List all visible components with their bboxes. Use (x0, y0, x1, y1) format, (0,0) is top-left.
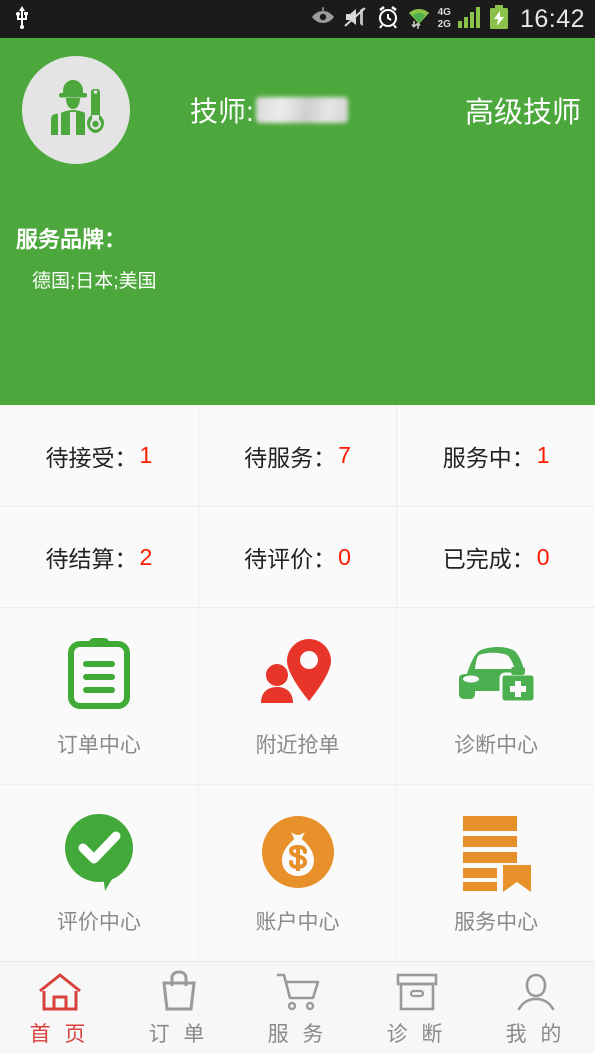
menu-item-label: 评价中心 (56, 911, 141, 934)
check-bubble-icon (61, 810, 137, 894)
profile-header: 技师: 高级技师 服务品牌： 德国;日本;美国 (0, 38, 595, 405)
eye-icon (310, 6, 336, 32)
stat-value: 0 (338, 543, 351, 570)
stat-cell-pending-review[interactable]: 待评价： 0 (197, 507, 397, 607)
map-pin-person-icon (259, 633, 337, 717)
stat-label: 待接受： (45, 444, 138, 471)
tab-orders[interactable]: 订 单 (119, 968, 238, 1048)
menu-row: 评价中心 账户中心 服务中心 (0, 784, 595, 961)
stat-cell-completed[interactable]: 已完成： 0 (396, 507, 595, 607)
menu-item-diagnosis-center[interactable]: 诊断中心 (396, 608, 595, 784)
service-brand-value: 德国;日本;美国 (32, 271, 157, 292)
menu-row: 订单中心 附近抢单 诊断中心 (0, 608, 595, 784)
bottom-tab-bar: 首 页 订 单 服 务 诊 断 我 的 (0, 961, 595, 1053)
network-2g-label: 2G (437, 19, 451, 30)
menu-item-label: 附近抢单 (255, 734, 340, 757)
clipboard-icon (63, 633, 135, 717)
stat-label: 服务中： (442, 444, 535, 471)
technician-avatar-icon (39, 71, 113, 150)
stats-row: 待接受： 1 待服务： 7 服务中： 1 (0, 405, 595, 506)
shopping-cart-icon (275, 968, 321, 1012)
tab-home[interactable]: 首 页 (0, 968, 119, 1048)
car-medkit-icon (453, 633, 539, 717)
service-brand-label: 服务品牌： (16, 227, 127, 252)
stat-value: 1 (139, 442, 153, 468)
bookmark-list-icon (457, 810, 535, 894)
stat-cell-in-service[interactable]: 服务中： 1 (396, 405, 595, 506)
battery-charging-icon (489, 4, 509, 34)
stat-value: 7 (338, 442, 351, 468)
menu-item-order-center[interactable]: 订单中心 (0, 608, 198, 784)
tab-label: 服 务 (267, 1022, 328, 1046)
signal-icon (457, 6, 482, 33)
stat-value: 1 (536, 442, 550, 468)
stat-cell-pending-accept[interactable]: 待接受： 1 (0, 405, 198, 506)
tab-label: 我 的 (505, 1022, 566, 1046)
person-icon (514, 968, 558, 1012)
tab-label: 诊 断 (386, 1022, 447, 1046)
stat-label: 已完成： (442, 546, 535, 572)
stat-cell-pending-service[interactable]: 待服务： 7 (197, 405, 397, 506)
alarm-icon (376, 5, 400, 34)
menu-item-label: 服务中心 (454, 911, 539, 934)
mute-icon (343, 6, 369, 33)
stat-label: 待服务： (244, 444, 337, 471)
avatar[interactable] (22, 56, 130, 164)
tab-label: 订 单 (148, 1022, 209, 1046)
menu-item-label: 诊断中心 (454, 734, 539, 757)
stats-row: 待结算： 2 待评价： 0 已完成： 0 (0, 506, 595, 607)
technician-level-badge: 高级技师 (464, 97, 581, 129)
technician-label: 技师: (190, 96, 254, 127)
status-bar-right-icons: 4G 2G 16:42 (310, 4, 585, 35)
menu-item-label: 账户中心 (255, 911, 340, 934)
status-bar-clock: 16:42 (519, 4, 585, 33)
wifi-icon (407, 4, 431, 35)
stat-value: 0 (536, 543, 550, 570)
status-bar-left-icons (14, 5, 30, 34)
tab-profile[interactable]: 我 的 (476, 968, 595, 1048)
menu-item-nearby-orders[interactable]: 附近抢单 (197, 608, 397, 784)
network-type-label: 4G 2G (438, 8, 451, 30)
tab-label: 首 页 (29, 1022, 90, 1046)
tab-diagnosis[interactable]: 诊 断 (357, 968, 476, 1048)
stat-cell-pending-settlement[interactable]: 待结算： 2 (0, 507, 198, 607)
menu-item-review-center[interactable]: 评价中心 (0, 785, 198, 961)
order-stats-grid: 待接受： 1 待服务： 7 服务中： 1 待结算： 2 待评价： 0 已完成： (0, 405, 595, 608)
menu-grid: 订单中心 附近抢单 诊断中心 评价中心 账户中心 服务中心 (0, 608, 595, 961)
home-icon (37, 968, 83, 1012)
app-screen: 4G 2G 16:42 技师: 高级技师 服务品牌： 德国;日本;美国 待接受：… (0, 0, 595, 1053)
shopping-bag-icon (158, 968, 200, 1012)
status-bar: 4G 2G 16:42 (0, 0, 595, 38)
tab-service[interactable]: 服 务 (238, 968, 357, 1048)
money-bag-icon (260, 810, 336, 894)
stat-value: 2 (139, 543, 153, 570)
menu-item-account-center[interactable]: 账户中心 (197, 785, 397, 961)
usb-icon (14, 5, 30, 34)
menu-item-service-center[interactable]: 服务中心 (396, 785, 595, 961)
stat-label: 待评价： (244, 546, 337, 572)
box-icon (395, 968, 439, 1012)
stat-label: 待结算： (45, 546, 138, 572)
technician-name-row: 技师: (190, 90, 348, 130)
technician-name-redacted (255, 97, 348, 123)
menu-item-label: 订单中心 (56, 734, 141, 757)
network-4g-label: 4G (437, 7, 451, 18)
profile-header-top: 技师: 高级技师 (0, 38, 595, 164)
